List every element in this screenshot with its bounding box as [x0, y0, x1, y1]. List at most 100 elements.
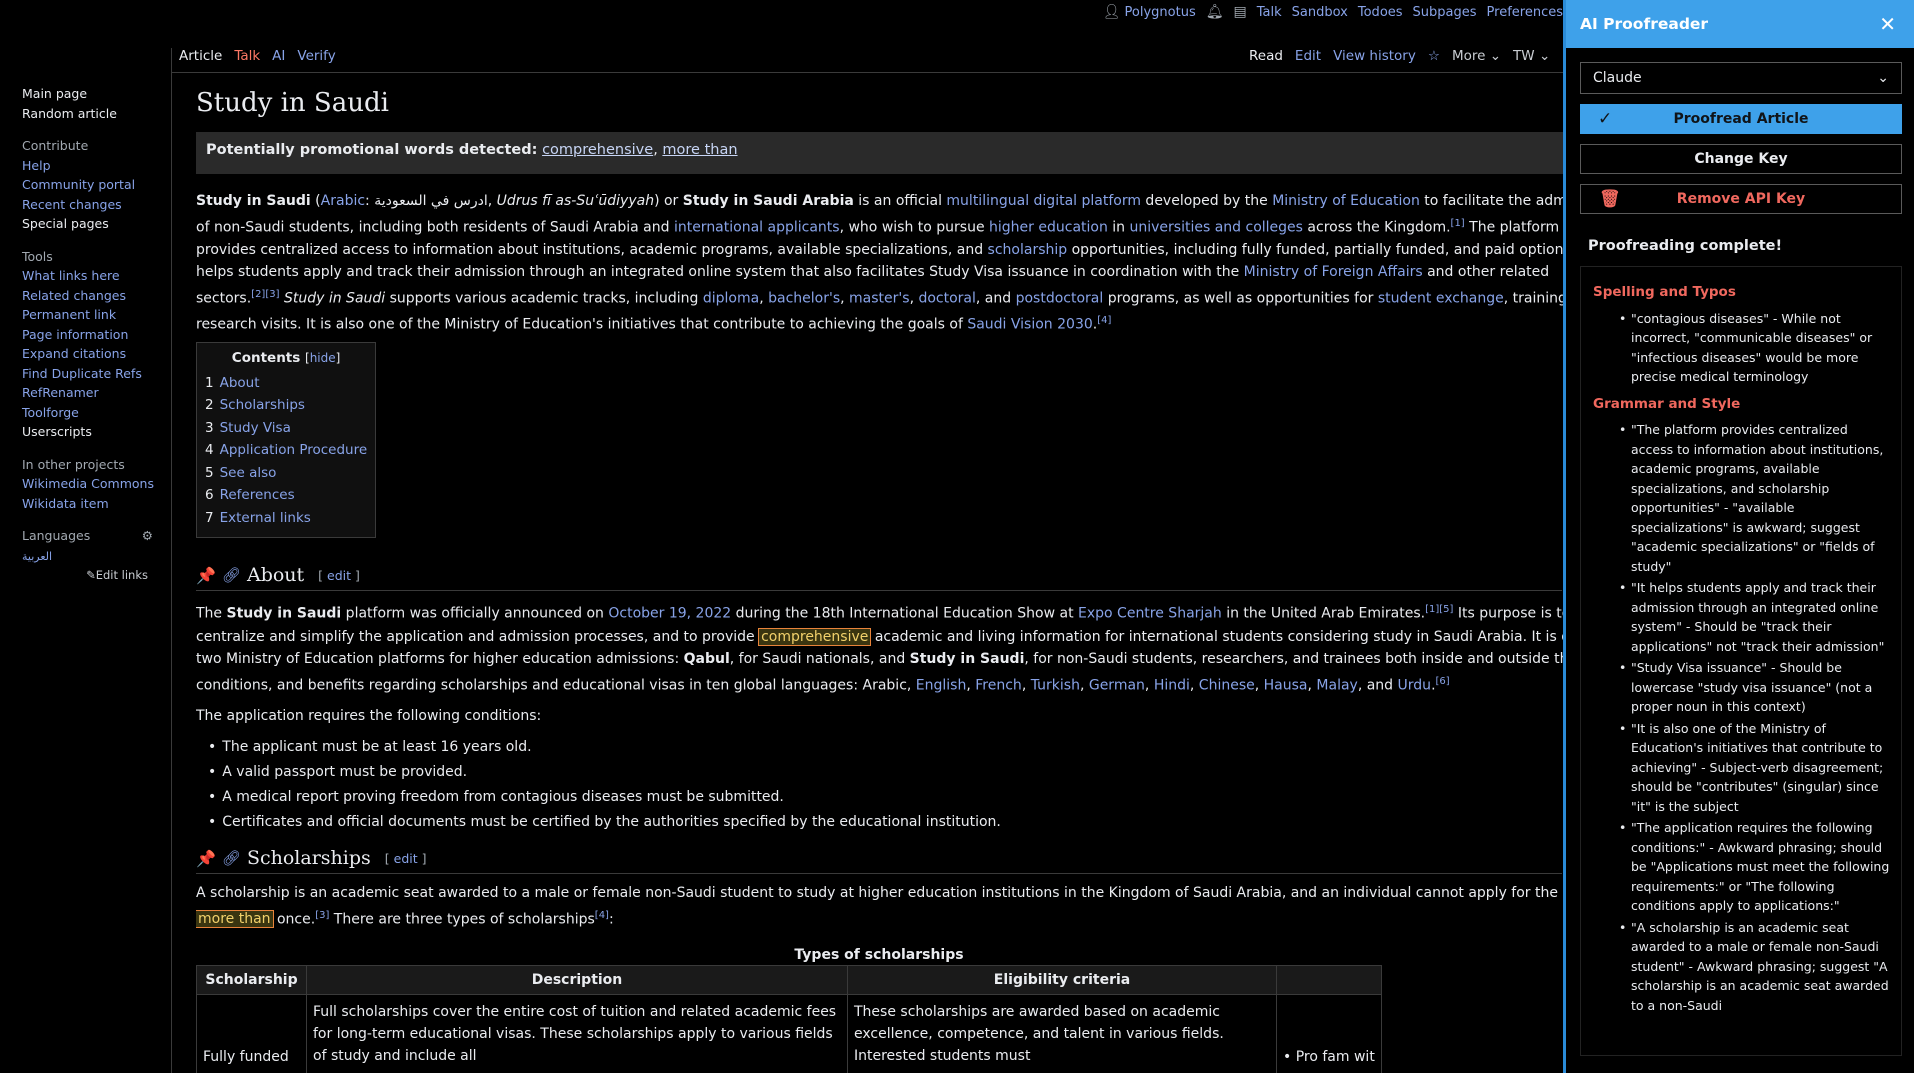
tab-verify[interactable]: Verify — [297, 48, 335, 64]
sandbox-link[interactable]: Sandbox — [1292, 5, 1348, 20]
tab-view-history[interactable]: View history — [1333, 48, 1416, 64]
link-diploma[interactable]: diploma — [703, 290, 759, 306]
notifications-bell-icon[interactable]: 🔔︎ — [1206, 4, 1224, 20]
citation[interactable]: [6] — [1436, 676, 1450, 687]
link-multilingual-platform[interactable]: multilingual digital platform — [946, 193, 1141, 209]
link-icon[interactable]: 🔗︎ — [222, 566, 241, 584]
link-language[interactable]: English — [916, 677, 967, 693]
subpages-link[interactable]: Subpages — [1413, 5, 1477, 20]
citation[interactable]: [2][3] — [251, 289, 279, 300]
toc-link-about[interactable]: About — [220, 375, 260, 391]
link-scholarship[interactable]: scholarship — [988, 242, 1068, 258]
link-icon[interactable]: 🔗︎ — [222, 849, 241, 867]
link-bachelors[interactable]: bachelor's — [768, 290, 840, 306]
link-higher-education[interactable]: higher education — [989, 219, 1108, 235]
link-language[interactable]: Hausa — [1264, 677, 1308, 693]
sidebar-item-wikidata-item[interactable]: Wikidata item — [22, 496, 109, 511]
link-expo-centre-sharjah[interactable]: Expo Centre Sharjah — [1078, 606, 1222, 622]
proofread-article-button[interactable]: ✓ Proofread Article — [1580, 104, 1902, 134]
close-icon[interactable]: ✕ — [1879, 12, 1896, 36]
toc-link-see-also[interactable]: See also — [220, 465, 277, 481]
toc-item[interactable]: 6 References — [205, 484, 367, 507]
sidebar-item-help[interactable]: Help — [22, 158, 51, 173]
talk-link[interactable]: Talk — [1257, 5, 1282, 20]
link-date[interactable]: October 19, 2022 — [608, 606, 731, 622]
tab-ai[interactable]: AI — [272, 48, 285, 64]
citation[interactable]: [4] — [1097, 315, 1111, 326]
edit-section-link[interactable]: edit — [394, 851, 418, 866]
toc-link-external-links[interactable]: External links — [220, 510, 311, 526]
sidebar-item-community-portal[interactable]: Community portal — [22, 177, 135, 192]
banner-word-comprehensive[interactable]: comprehensive — [542, 142, 653, 158]
more-menu[interactable]: More ⌄ — [1452, 48, 1501, 64]
citation[interactable]: [3] — [315, 910, 329, 921]
watch-star-icon[interactable]: ☆ — [1428, 48, 1440, 64]
sidebar-item-random-article[interactable]: Random article — [22, 106, 117, 121]
link-arabic[interactable]: Arabic — [321, 193, 365, 209]
banner-word-more-than[interactable]: more than — [662, 142, 737, 158]
toc-link-references[interactable]: References — [220, 487, 295, 503]
toc-link-application-procedure[interactable]: Application Procedure — [220, 442, 368, 458]
link-student-exchange[interactable]: student exchange — [1378, 290, 1504, 306]
link-saudi-vision-2030[interactable]: Saudi Vision 2030 — [967, 316, 1092, 332]
toc-item[interactable]: 2 Scholarships — [205, 394, 367, 417]
link-universities[interactable]: universities and colleges — [1130, 219, 1303, 235]
link-foreign-affairs[interactable]: Ministry of Foreign Affairs — [1244, 264, 1423, 280]
highlight-promotional-word[interactable]: comprehensive — [758, 627, 872, 646]
toc-item[interactable]: 4 Application Procedure — [205, 439, 367, 462]
link-doctoral[interactable]: doctoral — [918, 290, 975, 306]
link-language[interactable]: Hindi — [1154, 677, 1190, 693]
link-language[interactable]: French — [975, 677, 1022, 693]
sidebar-item-permanent-link[interactable]: Permanent link — [22, 307, 116, 322]
pin-icon[interactable]: 📌 — [196, 566, 216, 585]
pin-icon[interactable]: 📌 — [196, 849, 216, 868]
toc-link-scholarships[interactable]: Scholarships — [220, 397, 305, 413]
toc-item[interactable]: 7 External links — [205, 507, 367, 530]
model-select[interactable]: Claude ⌄ — [1580, 62, 1902, 94]
username-link[interactable]: Polygnotus — [1125, 5, 1196, 20]
link-language[interactable]: Turkish — [1031, 677, 1080, 693]
todoes-link[interactable]: Todoes — [1358, 5, 1403, 20]
user-menu[interactable]: 👤︎ Polygnotus — [1103, 4, 1196, 20]
sidebar-item-page-information[interactable]: Page information — [22, 327, 128, 342]
sidebar-item-toolforge[interactable]: Toolforge — [22, 405, 79, 420]
sidebar-item-recent-changes[interactable]: Recent changes — [22, 197, 122, 212]
change-key-button[interactable]: Change Key — [1580, 144, 1902, 174]
link-language[interactable]: Malay — [1316, 677, 1357, 693]
sidebar-item-special-pages[interactable]: Special pages — [22, 216, 109, 231]
sidebar-item-userscripts[interactable]: Userscripts — [22, 424, 92, 439]
sidebar-item-expand-citations[interactable]: Expand citations — [22, 346, 126, 361]
tw-menu[interactable]: TW ⌄ — [1513, 48, 1550, 64]
notices-tray-icon[interactable]: ▤ — [1234, 4, 1247, 20]
sidebar-item-related-changes[interactable]: Related changes — [22, 288, 126, 303]
tab-edit[interactable]: Edit — [1295, 48, 1321, 64]
highlight-promotional-word[interactable]: more than — [196, 910, 274, 929]
citation[interactable]: [1][5] — [1425, 604, 1453, 615]
citation[interactable]: [1] — [1451, 218, 1465, 229]
toc-item[interactable]: 5 See also — [205, 462, 367, 485]
toc-item[interactable]: 1 About — [205, 372, 367, 395]
preferences-link[interactable]: Preferences — [1487, 5, 1563, 20]
edit-section-link[interactable]: edit — [327, 568, 351, 583]
sidebar-item-what-links-here[interactable]: What links here — [22, 268, 120, 283]
toc-hide-toggle[interactable]: hide — [310, 351, 336, 365]
link-language[interactable]: Chinese — [1199, 677, 1255, 693]
edit-links[interactable]: ✎Edit links — [22, 566, 148, 586]
toc-link-study-visa[interactable]: Study Visa — [220, 420, 291, 436]
sidebar-item-language-arabic[interactable]: العربية — [22, 550, 52, 563]
link-postdoctoral[interactable]: postdoctoral — [1016, 290, 1104, 306]
citation[interactable]: [4] — [595, 910, 609, 921]
language-settings-gear-icon[interactable]: ⚙ — [142, 526, 153, 546]
link-language[interactable]: German — [1089, 677, 1145, 693]
link-ministry-of-education[interactable]: Ministry of Education — [1272, 193, 1420, 209]
link-language[interactable]: Urdu — [1398, 677, 1432, 693]
sidebar-item-refrenamer[interactable]: RefRenamer — [22, 385, 99, 400]
tab-talk[interactable]: Talk — [234, 48, 260, 64]
sidebar-item-main-page[interactable]: Main page — [22, 86, 87, 101]
link-masters[interactable]: master's — [849, 290, 910, 306]
remove-api-key-button[interactable]: 🗑︎ Remove API Key — [1580, 184, 1902, 214]
sidebar-item-wikimedia-commons[interactable]: Wikimedia Commons — [22, 476, 154, 491]
toc-item[interactable]: 3 Study Visa — [205, 417, 367, 440]
tab-read[interactable]: Read — [1249, 48, 1283, 64]
sidebar-item-find-duplicate-refs[interactable]: Find Duplicate Refs — [22, 366, 142, 381]
